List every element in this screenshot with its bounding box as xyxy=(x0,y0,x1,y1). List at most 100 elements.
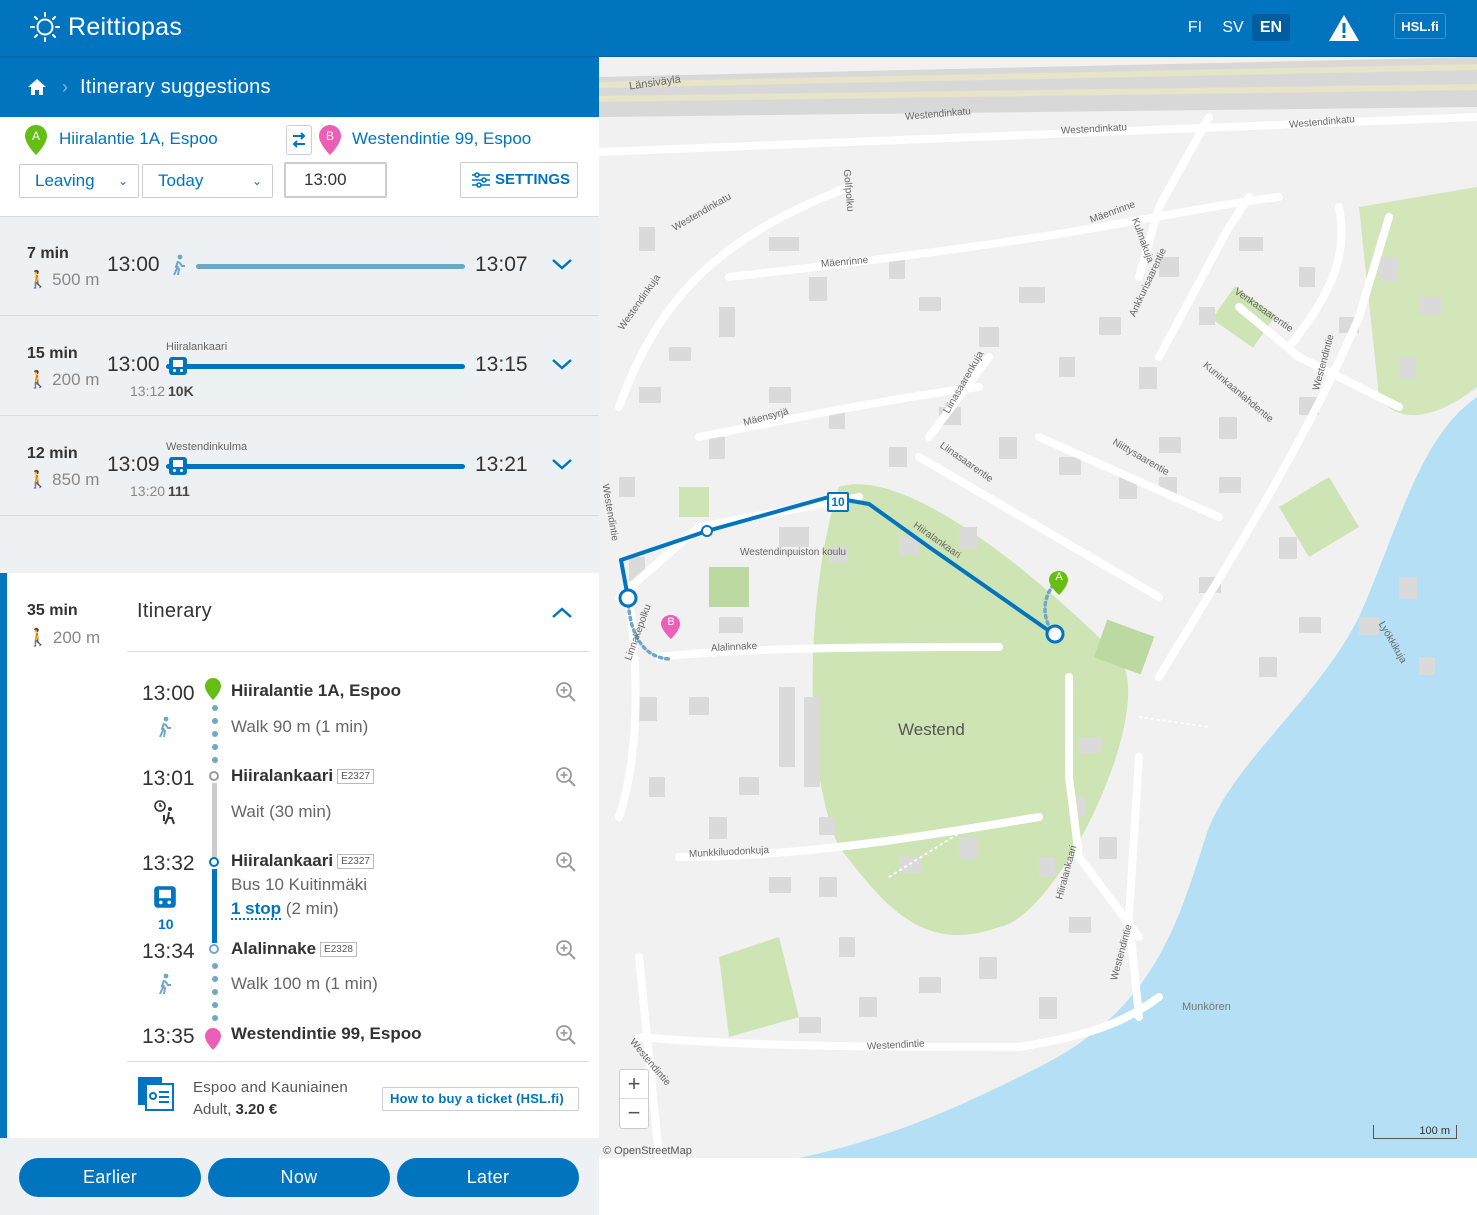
leg-description: Wait (30 min) xyxy=(231,802,332,821)
leg-place-name: Alalinnake xyxy=(231,939,317,958)
time-input[interactable]: 13:00 xyxy=(284,162,387,198)
disruption-alert-icon[interactable] xyxy=(1326,12,1362,44)
itinerary-duration: 7 min xyxy=(27,245,69,262)
walk-distance: 🚶 500 m xyxy=(27,270,100,289)
now-button[interactable]: Now xyxy=(208,1158,390,1197)
origin-destination: A Hiiralantie 1A, Espoo B Westendintie 9… xyxy=(0,117,599,162)
walk-distance-value: 200 m xyxy=(52,370,100,389)
map-canvas xyxy=(599,57,1477,1158)
itinerary-summary-2[interactable]: 15 min 🚶 200 m 13:00 Hiiralankaari 13:12 … xyxy=(0,317,599,416)
time-pager: Earlier Now Later xyxy=(0,1138,599,1215)
itinerary-summary-3[interactable]: 12 min 🚶 850 m 13:09 Westendinkulma 13:20… xyxy=(0,417,599,516)
end-time: 13:07 xyxy=(475,253,528,276)
route-number: 10K xyxy=(168,383,194,399)
zoom-in-button[interactable]: + xyxy=(620,1070,648,1099)
home-icon[interactable] xyxy=(26,76,48,98)
chevron-down-icon: ⌄ xyxy=(251,174,262,188)
map-area-label: Westend xyxy=(898,720,965,739)
time-controls: Leaving ⌄ Today ⌄ 13:00 SETTINGS xyxy=(0,162,599,217)
origin-map-marker-label: A xyxy=(1055,571,1063,583)
buy-ticket-link[interactable]: How to buy a ticket (HSL.fi) xyxy=(382,1087,579,1111)
leg-place[interactable]: Westendintie 99, Espoo xyxy=(231,1024,422,1044)
leg-description: Bus 10 Kuitinmäki xyxy=(231,875,368,894)
language-switcher: FI SV EN xyxy=(1176,14,1290,41)
walk-distance-value: 500 m xyxy=(52,270,100,289)
map[interactable]: A B 10 Länsiväylä Westendinkatu Westendi… xyxy=(599,57,1477,1158)
alight-stop-marker xyxy=(209,944,219,954)
itinerary-heading: Itinerary xyxy=(137,600,212,622)
bus-stop-marker xyxy=(209,857,219,867)
chevron-down-icon[interactable] xyxy=(551,257,573,271)
walk-leg-line xyxy=(212,705,218,770)
swap-button[interactable] xyxy=(286,125,312,155)
ticket-icon xyxy=(138,1077,174,1111)
destination-pin-icon: B xyxy=(319,125,341,155)
stops-duration: (2 min) xyxy=(285,899,339,918)
origin-pin-icon: A xyxy=(25,125,47,155)
leg-time: 13:34 xyxy=(142,940,195,963)
bus-leg-line xyxy=(212,869,217,943)
swap-arrows-icon xyxy=(292,132,306,148)
later-button[interactable]: Later xyxy=(397,1158,579,1197)
breadcrumb: › Itinerary suggestions xyxy=(0,57,599,117)
earlier-button[interactable]: Earlier xyxy=(19,1158,201,1197)
lang-en[interactable]: EN xyxy=(1252,14,1290,41)
chevron-right-icon: › xyxy=(62,76,68,97)
itinerary-summary-1[interactable]: 7 min 🚶 500 m 13:00 13:07 xyxy=(0,217,599,316)
destination-field[interactable]: Westendintie 99, Espoo xyxy=(352,129,531,149)
origin-field[interactable]: Hiiralantie 1A, Espoo xyxy=(59,129,218,149)
departure-time: 13:12 xyxy=(130,383,166,399)
divider xyxy=(127,651,589,652)
settings-label: SETTINGS xyxy=(495,171,571,188)
leg-time: 13:00 xyxy=(142,682,195,705)
zoom-out-button[interactable]: − xyxy=(620,1099,648,1128)
route-number: 111 xyxy=(168,483,190,499)
chevron-down-icon[interactable] xyxy=(551,357,573,371)
route-badge: 10 xyxy=(827,492,849,512)
leg-place-name: Hiiralankaari xyxy=(231,851,334,870)
wait-icon xyxy=(154,800,175,825)
map-attribution[interactable]: © OpenStreetMap xyxy=(603,1145,692,1157)
origin-marker-icon xyxy=(205,678,221,700)
left-panel: › Itinerary suggestions A Hiiralantie 1A… xyxy=(0,57,599,1215)
itinerary-detail: 35 min 🚶 200 m Itinerary 13:00 Hiiralant… xyxy=(0,573,599,1138)
settings-button[interactable]: SETTINGS xyxy=(460,162,578,198)
zoom-to-icon[interactable] xyxy=(555,939,577,961)
chevron-up-icon[interactable] xyxy=(551,606,573,620)
leaving-select[interactable]: Leaving ⌄ xyxy=(19,164,139,198)
leg-place[interactable]: Alalinnake E2328 xyxy=(231,939,357,959)
itinerary-duration: 15 min xyxy=(27,345,78,362)
page-title: Itinerary suggestions xyxy=(80,75,271,98)
chevron-down-icon: ⌄ xyxy=(117,174,128,188)
zoom-to-icon[interactable] xyxy=(555,681,577,703)
day-select[interactable]: Today ⌄ xyxy=(142,164,273,198)
lang-fi[interactable]: FI xyxy=(1176,14,1214,41)
first-stop-name: Westendinkulma xyxy=(166,441,248,453)
ticket-price-line: Adult, 3.20 € xyxy=(193,1101,277,1118)
map-label: Munkören xyxy=(1182,1001,1231,1013)
bus-icon xyxy=(154,886,176,908)
lang-sv[interactable]: SV xyxy=(1214,14,1252,41)
leg-place[interactable]: Hiiralankaari E2327 xyxy=(231,851,374,871)
wait-line xyxy=(212,783,217,859)
sliders-icon xyxy=(472,172,490,188)
walk-distance-value: 850 m xyxy=(52,470,100,489)
leaving-select-value: Leaving xyxy=(35,171,95,190)
stops-link[interactable]: 1 stop xyxy=(231,899,282,920)
ticket-type: Adult, xyxy=(193,1101,232,1118)
sun-logo-icon xyxy=(30,12,60,42)
selected-indicator xyxy=(0,573,7,1138)
hsl-link[interactable]: HSL.fi xyxy=(1394,13,1446,39)
destination-marker-icon xyxy=(205,1028,221,1050)
departure-time: 13:20 xyxy=(130,483,166,499)
walk-distance: 🚶 200 m xyxy=(27,370,100,389)
leg-place[interactable]: Hiiralantie 1A, Espoo xyxy=(231,681,401,701)
zoom-to-icon[interactable] xyxy=(555,1024,577,1046)
map-label: Westendinpuiston koulu xyxy=(740,547,846,558)
zoom-to-icon[interactable] xyxy=(555,766,577,788)
app-logo[interactable]: Reittiopas xyxy=(30,12,182,42)
leg-place[interactable]: Hiiralankaari E2327 xyxy=(231,766,374,786)
chevron-down-icon[interactable] xyxy=(551,457,573,471)
zoom-to-icon[interactable] xyxy=(555,851,577,873)
walk-leg-line xyxy=(212,963,218,1028)
